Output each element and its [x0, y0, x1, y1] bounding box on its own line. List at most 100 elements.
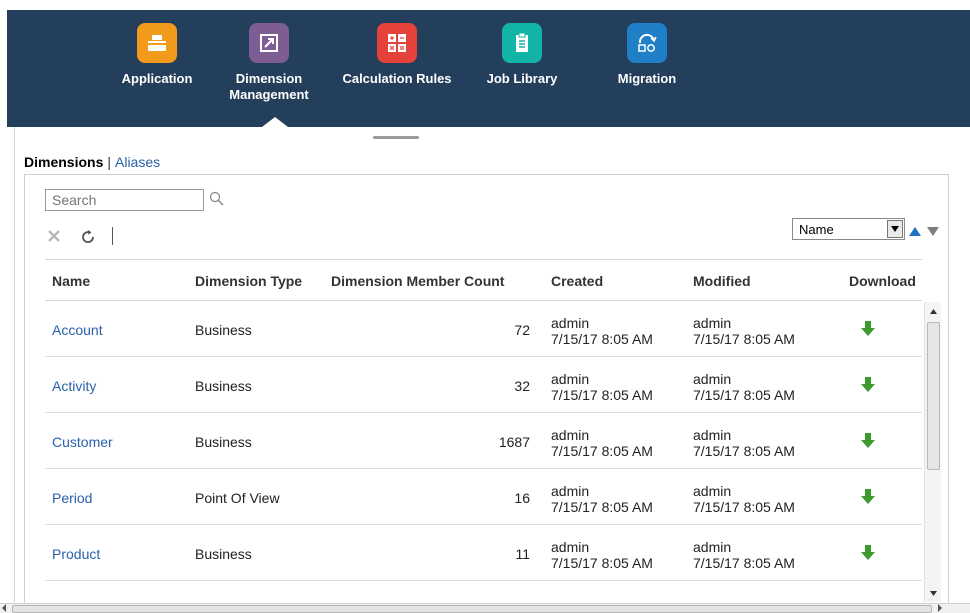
- modified-by: admin: [693, 483, 732, 499]
- sort-select[interactable]: Name: [792, 218, 905, 240]
- dimension-type: Business: [195, 546, 252, 562]
- tab-dimensions[interactable]: Dimensions: [24, 154, 103, 170]
- created-by: admin: [551, 483, 590, 499]
- modified-by: admin: [693, 315, 732, 331]
- column-header-member-count[interactable]: Dimension Member Count: [331, 273, 504, 289]
- migration-icon: [627, 23, 667, 63]
- column-header-modified[interactable]: Modified: [693, 273, 751, 289]
- modified-by: admin: [693, 371, 732, 387]
- nav-label: Job Library: [486, 71, 558, 86]
- vertical-scrollbar[interactable]: [924, 302, 941, 602]
- nav-item-job-library[interactable]: Job Library: [474, 10, 570, 87]
- delete-icon[interactable]: [47, 229, 61, 243]
- nav-label: Application: [121, 71, 193, 86]
- sort-select-value: Name: [799, 222, 834, 237]
- download-icon[interactable]: [861, 377, 875, 392]
- refresh-icon[interactable]: [80, 229, 96, 245]
- created-by: admin: [551, 539, 590, 555]
- table-row[interactable]: Period Point Of View 16 admin 7/15/17 8:0…: [45, 469, 922, 525]
- created-by: admin: [551, 315, 590, 331]
- application-icon: [137, 23, 177, 63]
- table-row[interactable]: Product Business 11 admin 7/15/17 8:05 AM…: [45, 525, 922, 581]
- dimensions-table: Name Dimension Type Dimension Member Cou…: [45, 259, 922, 581]
- search-input[interactable]: [45, 189, 204, 211]
- modified-cell: admin 7/15/17 8:05 AM: [693, 315, 795, 347]
- download-icon[interactable]: [861, 545, 875, 560]
- member-count: 16: [514, 490, 530, 506]
- sort-ascending-icon[interactable]: [909, 227, 921, 236]
- dimension-type: Business: [195, 322, 252, 338]
- created-cell: admin 7/15/17 8:05 AM: [551, 427, 653, 459]
- created-cell: admin 7/15/17 8:05 AM: [551, 539, 653, 571]
- dimension-name-link[interactable]: Customer: [52, 434, 113, 450]
- created-at: 7/15/17 8:05 AM: [551, 331, 653, 347]
- modified-at: 7/15/17 8:05 AM: [693, 387, 795, 403]
- column-header-created[interactable]: Created: [551, 273, 603, 289]
- created-by: admin: [551, 371, 590, 387]
- nav-label: Dimension Management: [229, 71, 309, 102]
- toolbar-divider: [112, 227, 113, 245]
- member-count: 1687: [498, 434, 530, 450]
- dimension-name-link[interactable]: Activity: [52, 378, 96, 394]
- modified-at: 7/15/17 8:05 AM: [693, 443, 795, 459]
- table-row[interactable]: Customer Business 1687 admin 7/15/17 8:05…: [45, 413, 922, 469]
- created-at: 7/15/17 8:05 AM: [551, 555, 653, 571]
- scroll-left-icon[interactable]: [2, 604, 6, 612]
- member-count: 72: [514, 322, 530, 338]
- member-count: 32: [514, 378, 530, 394]
- member-count: 11: [515, 546, 530, 562]
- created-cell: admin 7/15/17 8:05 AM: [551, 483, 653, 515]
- created-at: 7/15/17 8:05 AM: [551, 443, 653, 459]
- dimension-name-link[interactable]: Product: [52, 546, 100, 562]
- nav-item-dimension-management[interactable]: Dimension Management: [219, 10, 319, 103]
- horizontal-scrollbar[interactable]: [0, 603, 970, 613]
- table-header: Name Dimension Type Dimension Member Cou…: [45, 259, 922, 301]
- nav-item-migration[interactable]: Migration: [599, 10, 695, 87]
- modified-by: admin: [693, 427, 732, 443]
- scroll-down-icon[interactable]: [925, 586, 942, 600]
- download-icon[interactable]: [861, 489, 875, 504]
- selected-nav-pointer: [262, 117, 288, 127]
- tab-separator: |: [107, 154, 111, 170]
- column-header-name[interactable]: Name: [52, 273, 90, 289]
- modified-cell: admin 7/15/17 8:05 AM: [693, 427, 795, 459]
- scroll-up-icon[interactable]: [925, 304, 942, 318]
- chevron-down-icon[interactable]: [887, 220, 903, 238]
- table-row[interactable]: Account Business 72 admin 7/15/17 8:05 AM…: [45, 301, 922, 357]
- calculation-rules-icon: [377, 23, 417, 63]
- created-at: 7/15/17 8:05 AM: [551, 387, 653, 403]
- dimension-name-link[interactable]: Account: [52, 322, 103, 338]
- dimension-type: Point Of View: [195, 490, 280, 506]
- column-header-download: Download: [849, 273, 916, 289]
- dimension-management-icon: [249, 23, 289, 63]
- modified-at: 7/15/17 8:05 AM: [693, 331, 795, 347]
- modified-at: 7/15/17 8:05 AM: [693, 555, 795, 571]
- nav-item-calculation-rules[interactable]: Calculation Rules: [333, 10, 461, 87]
- modified-by: admin: [693, 539, 732, 555]
- nav-item-application[interactable]: Application: [109, 10, 205, 87]
- search-icon[interactable]: [208, 190, 226, 208]
- modified-cell: admin 7/15/17 8:05 AM: [693, 371, 795, 403]
- top-navigation: Application Dimension Management Calcula…: [0, 0, 970, 127]
- download-icon[interactable]: [861, 433, 875, 448]
- sort-descending-icon[interactable]: [927, 227, 939, 236]
- vertical-scroll-thumb[interactable]: [927, 322, 940, 470]
- modified-cell: admin 7/15/17 8:05 AM: [693, 483, 795, 515]
- dimension-type: Business: [195, 434, 252, 450]
- created-cell: admin 7/15/17 8:05 AM: [551, 315, 653, 347]
- subtabs: Dimensions | Aliases: [24, 154, 160, 170]
- horizontal-scroll-thumb[interactable]: [12, 605, 932, 613]
- scroll-right-icon[interactable]: [938, 604, 942, 612]
- dimension-type: Business: [195, 378, 252, 394]
- dimension-name-link[interactable]: Period: [52, 490, 92, 506]
- modified-at: 7/15/17 8:05 AM: [693, 499, 795, 515]
- table-row[interactable]: Activity Business 32 admin 7/15/17 8:05 A…: [45, 357, 922, 413]
- panel-resize-grip[interactable]: [373, 136, 419, 139]
- nav-label: Calculation Rules: [342, 71, 452, 86]
- job-library-icon: [502, 23, 542, 63]
- created-by: admin: [551, 427, 590, 443]
- column-header-dimension-type[interactable]: Dimension Type: [195, 273, 302, 289]
- tab-aliases[interactable]: Aliases: [115, 154, 160, 170]
- download-icon[interactable]: [861, 321, 875, 336]
- created-cell: admin 7/15/17 8:05 AM: [551, 371, 653, 403]
